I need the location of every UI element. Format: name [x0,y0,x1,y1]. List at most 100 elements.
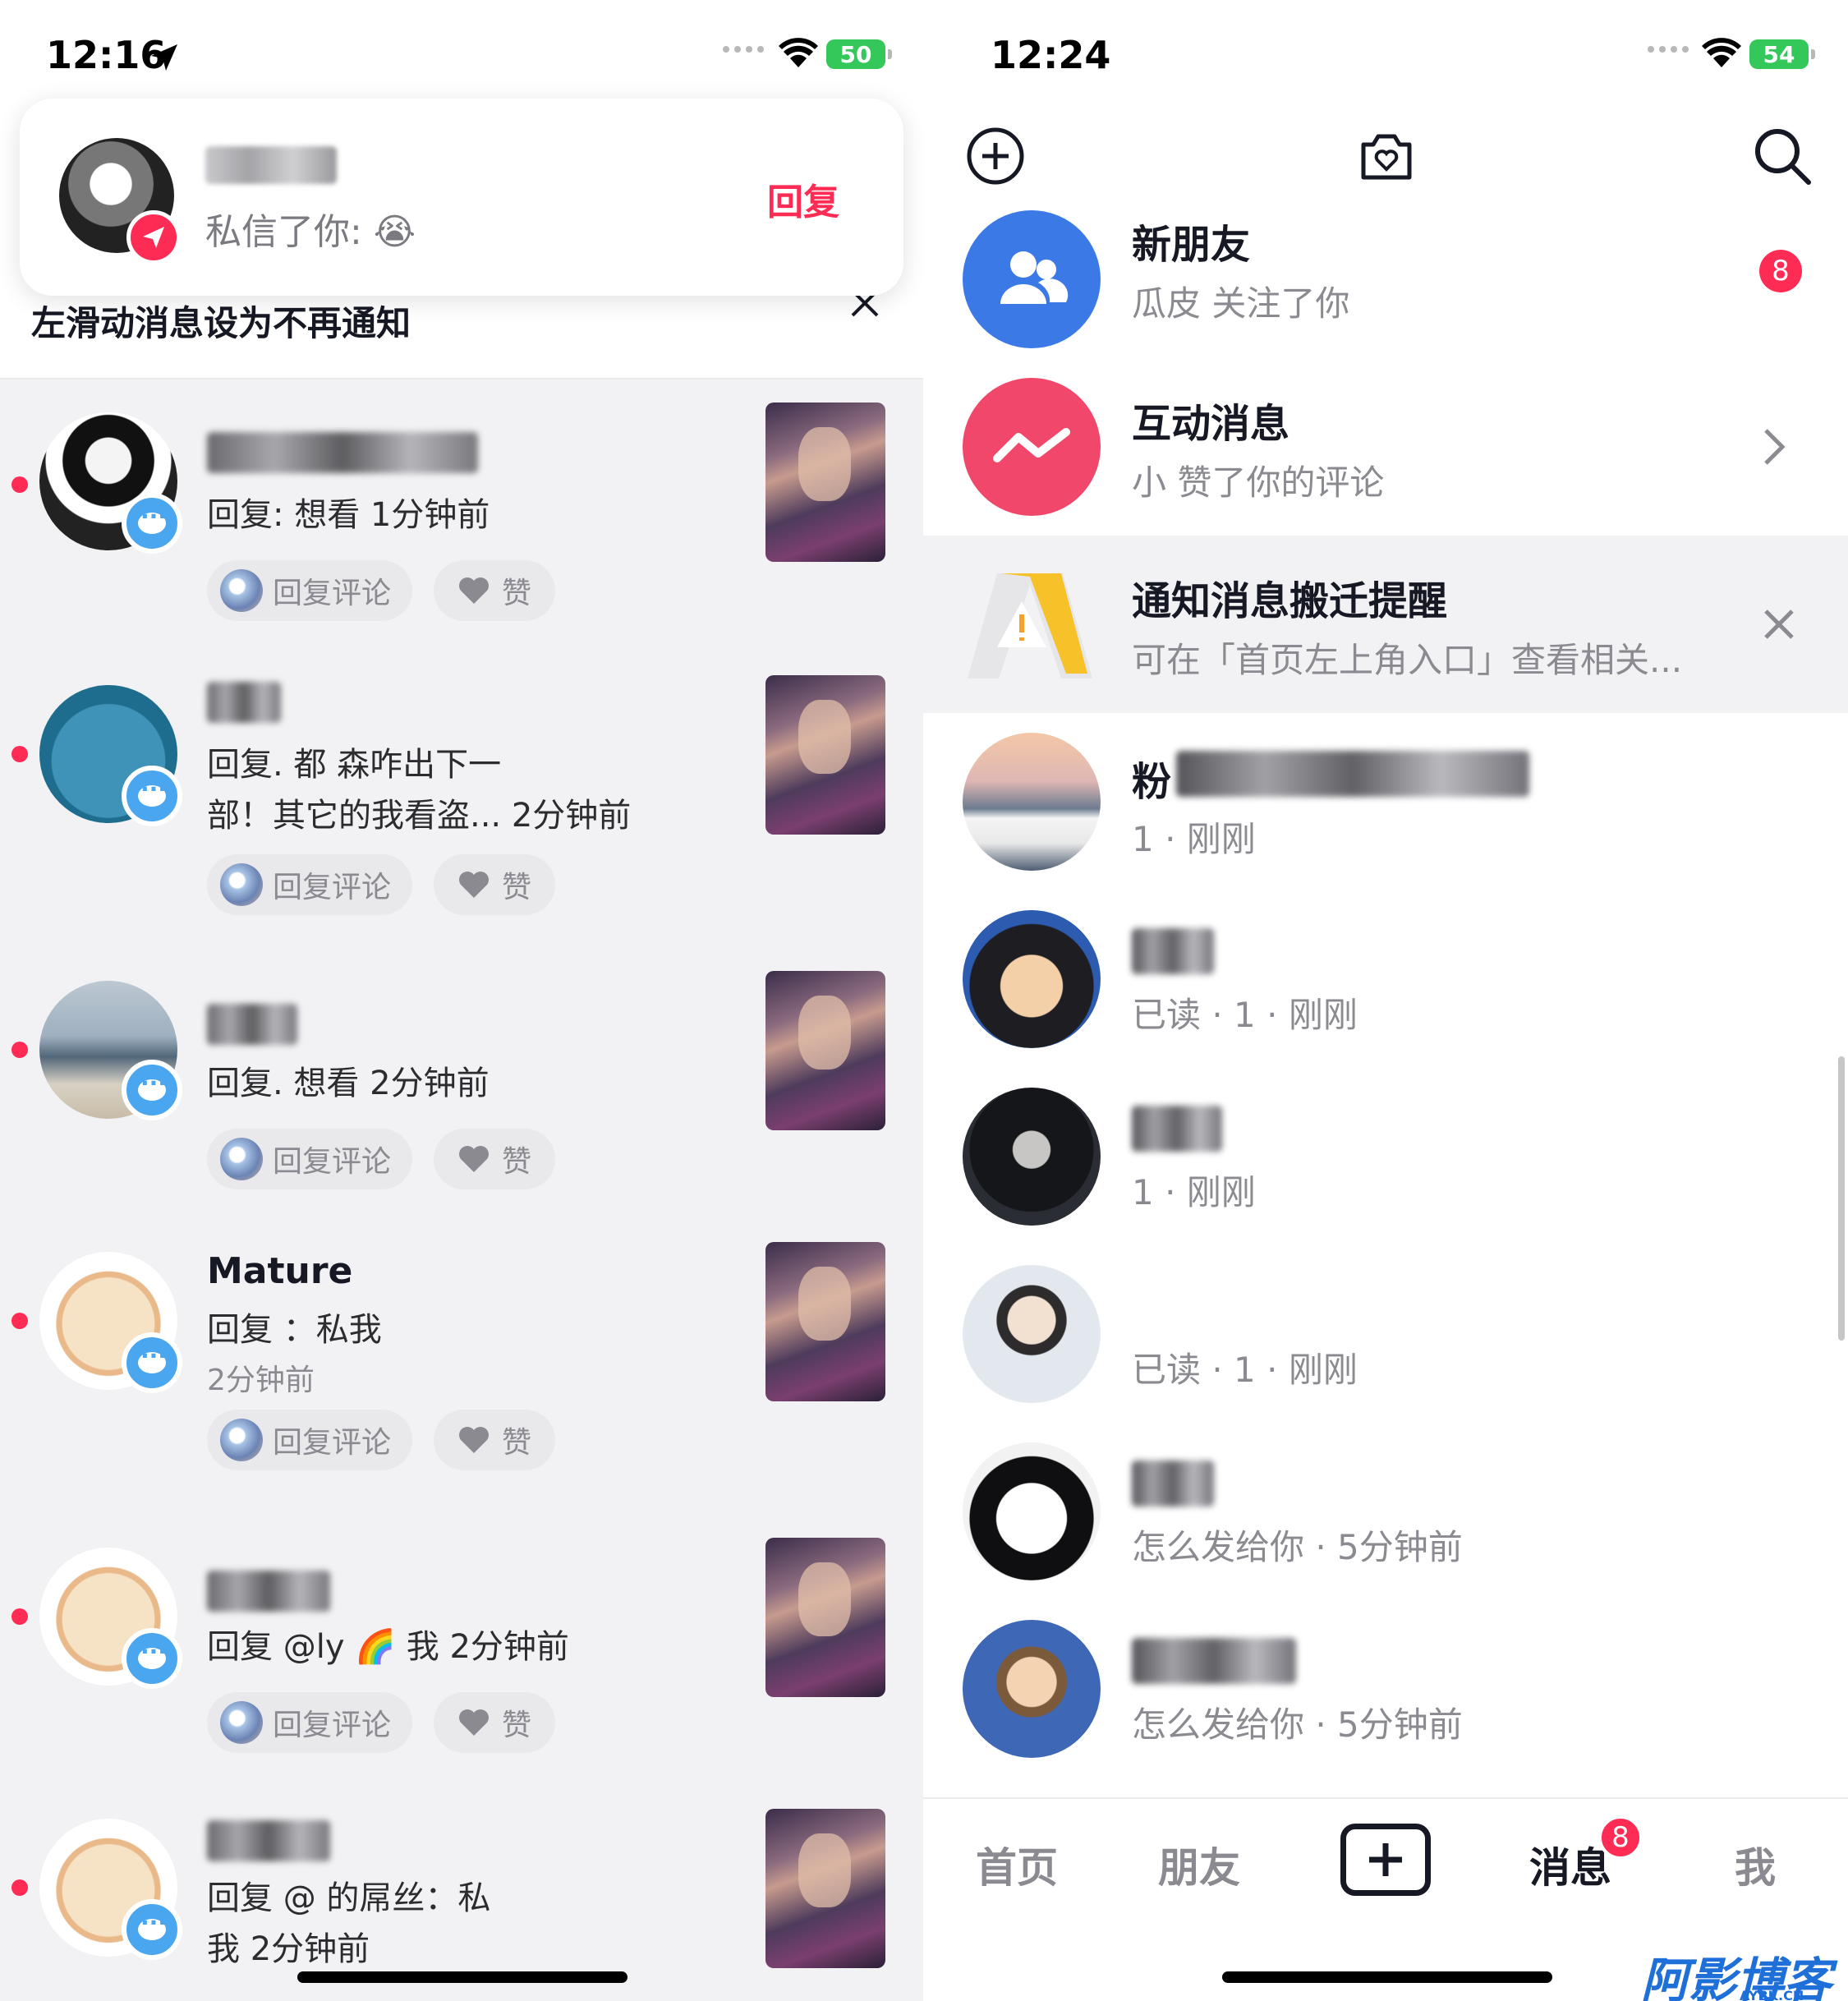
username: Mature [207,1250,353,1292]
username-blurred [207,432,478,473]
wifi-icon [779,38,818,67]
heart-icon [458,577,489,604]
comment-badge-icon [122,1628,182,1689]
video-thumbnail[interactable] [765,971,885,1130]
like-button[interactable]: 赞 [434,1410,555,1470]
send-icon [126,210,181,264]
like-label: 赞 [501,577,531,610]
comment-line: 回复 ：私我 [207,1311,382,1349]
like-button[interactable]: 赞 [434,1129,555,1189]
comment-line: 部！其它的我看盗... 2分钟前 [207,797,632,835]
camera-heart-icon[interactable] [1354,123,1419,189]
avatar [220,1138,263,1180]
unread-dot [11,1608,28,1625]
battery-icon: 50 [826,39,892,69]
avatar [963,733,1101,871]
wifi-icon [1702,38,1741,67]
video-thumbnail[interactable] [765,1538,885,1697]
interaction-icon [963,378,1101,516]
comment-line: 回复 @ 的屌丝：私 [207,1879,491,1917]
video-thumbnail[interactable] [765,1809,885,1968]
reply-comment-button[interactable]: 回复评论 [207,560,412,621]
chevron-right-icon [1764,429,1786,465]
scrollbar[interactable] [1838,1056,1845,1341]
notice-title: 通知消息搬迁提醒 [1132,578,1448,624]
reply-comment-label: 回复评论 [273,871,392,904]
chat-preview: 已读 · 1 · 刚刚 [1132,995,1358,1035]
comment-text: 回复: 想看 1分钟前 [207,496,490,534]
video-thumbnail[interactable] [765,675,885,835]
reply-button[interactable]: 回复 [767,172,839,225]
comment-text: 回复 @ly 🌈 我 2分钟前 [207,1628,569,1666]
unread-dot [11,1042,28,1058]
chat-name: 粉 [1132,759,1172,805]
reply-comment-label: 回复评论 [273,1709,392,1742]
left-screen: 12:16 50 左滑动消息设为不再通知 私信了你: 😭 回复 回复: 想看 1… [0,0,923,2001]
tab-friends[interactable]: 朋友 [1158,1835,1240,1894]
messages-badge: 8 [1598,1815,1643,1860]
chat-preview: 1 · 刚刚 [1132,1172,1256,1212]
tab-me[interactable]: 我 [1735,1835,1776,1894]
reply-comment-button[interactable]: 回复评论 [207,854,412,915]
comment-badge-icon [122,1060,182,1120]
avatar [220,569,263,612]
row-title: 新朋友 [1132,222,1251,268]
like-button[interactable]: 赞 [434,560,555,621]
tab-home[interactable]: 首页 [976,1835,1058,1894]
battery-icon: 54 [1749,39,1815,69]
status-time: 12:24 [991,33,1111,77]
reply-comment-label: 回复评论 [273,1426,392,1460]
comment-line: 我 2分钟前 [207,1930,370,1968]
avatar [963,1442,1101,1580]
reply-comment-label: 回复评论 [273,577,392,610]
heart-icon [458,1146,489,1172]
comment-badge-icon [122,1899,182,1960]
heart-icon [458,872,489,898]
watermark-logo: 阿影博客 AYBK.CN [1641,1942,1832,2001]
comment-text: 回复. 想看 2分钟前 [207,1065,490,1102]
video-thumbnail[interactable] [765,1242,885,1401]
signal-icon [723,46,764,53]
comment-text: 回复 @ 的屌丝：私 我 2分钟前 [207,1873,667,1975]
search-icon[interactable] [1749,123,1815,189]
row-subtitle: 瓜皮 关注了你 [1132,283,1350,324]
unread-count-badge: 8 [1759,250,1802,292]
avatar [220,863,263,906]
notification-message: 私信了你: 😭 [205,211,416,253]
chat-name-blurred [1132,928,1214,974]
migration-notice[interactable]: 通知消息搬迁提醒 可在「首页左上角入口」查看相关... [923,536,1848,713]
username-blurred [207,682,281,723]
username-blurred [207,1004,297,1045]
like-button[interactable]: 赞 [434,854,555,915]
reply-comment-label: 回复评论 [273,1145,392,1179]
username-blurred [207,1820,330,1861]
video-thumbnail[interactable] [765,402,885,562]
reply-comment-button[interactable]: 回复评论 [207,1410,412,1470]
status-bar: 12:24 54 [923,0,1848,107]
create-button[interactable] [1340,1824,1431,1896]
row-title: 互动消息 [1132,401,1290,447]
username-blurred [207,1571,330,1612]
comment-badge-icon [122,766,182,826]
heart-icon [458,1709,489,1736]
dm-notification-banner[interactable]: 私信了你: 😭 回复 [20,99,903,296]
chat-name-blurred [1132,1638,1296,1684]
reply-comment-button[interactable]: 回复评论 [207,1692,412,1753]
chat-name-blurred [1176,751,1529,797]
status-bar: 12:16 50 [0,0,923,107]
avatar [220,1701,263,1744]
swipe-tip: 左滑动消息设为不再通知 [31,303,411,343]
reply-comment-button[interactable]: 回复评论 [207,1129,412,1189]
like-button[interactable]: 赞 [434,1692,555,1753]
avatar [963,1620,1101,1758]
friends-icon [963,210,1101,348]
comment-text: 回复. 都 森咋出下一 部！其它的我看盗... 2分钟前 [207,739,667,841]
add-circle-icon[interactable] [963,123,1028,189]
avatar [963,1265,1101,1403]
right-screen: 12:24 54 新朋友 瓜皮 关注了你 8 互动消息 小 赞了你的评论 通知消… [923,0,1848,2001]
chat-preview: 已读 · 1 · 刚刚 [1132,1350,1358,1390]
close-icon[interactable] [1761,606,1797,642]
messages-topbar [923,123,1848,205]
unread-dot [11,476,28,493]
avatar [963,910,1101,1048]
